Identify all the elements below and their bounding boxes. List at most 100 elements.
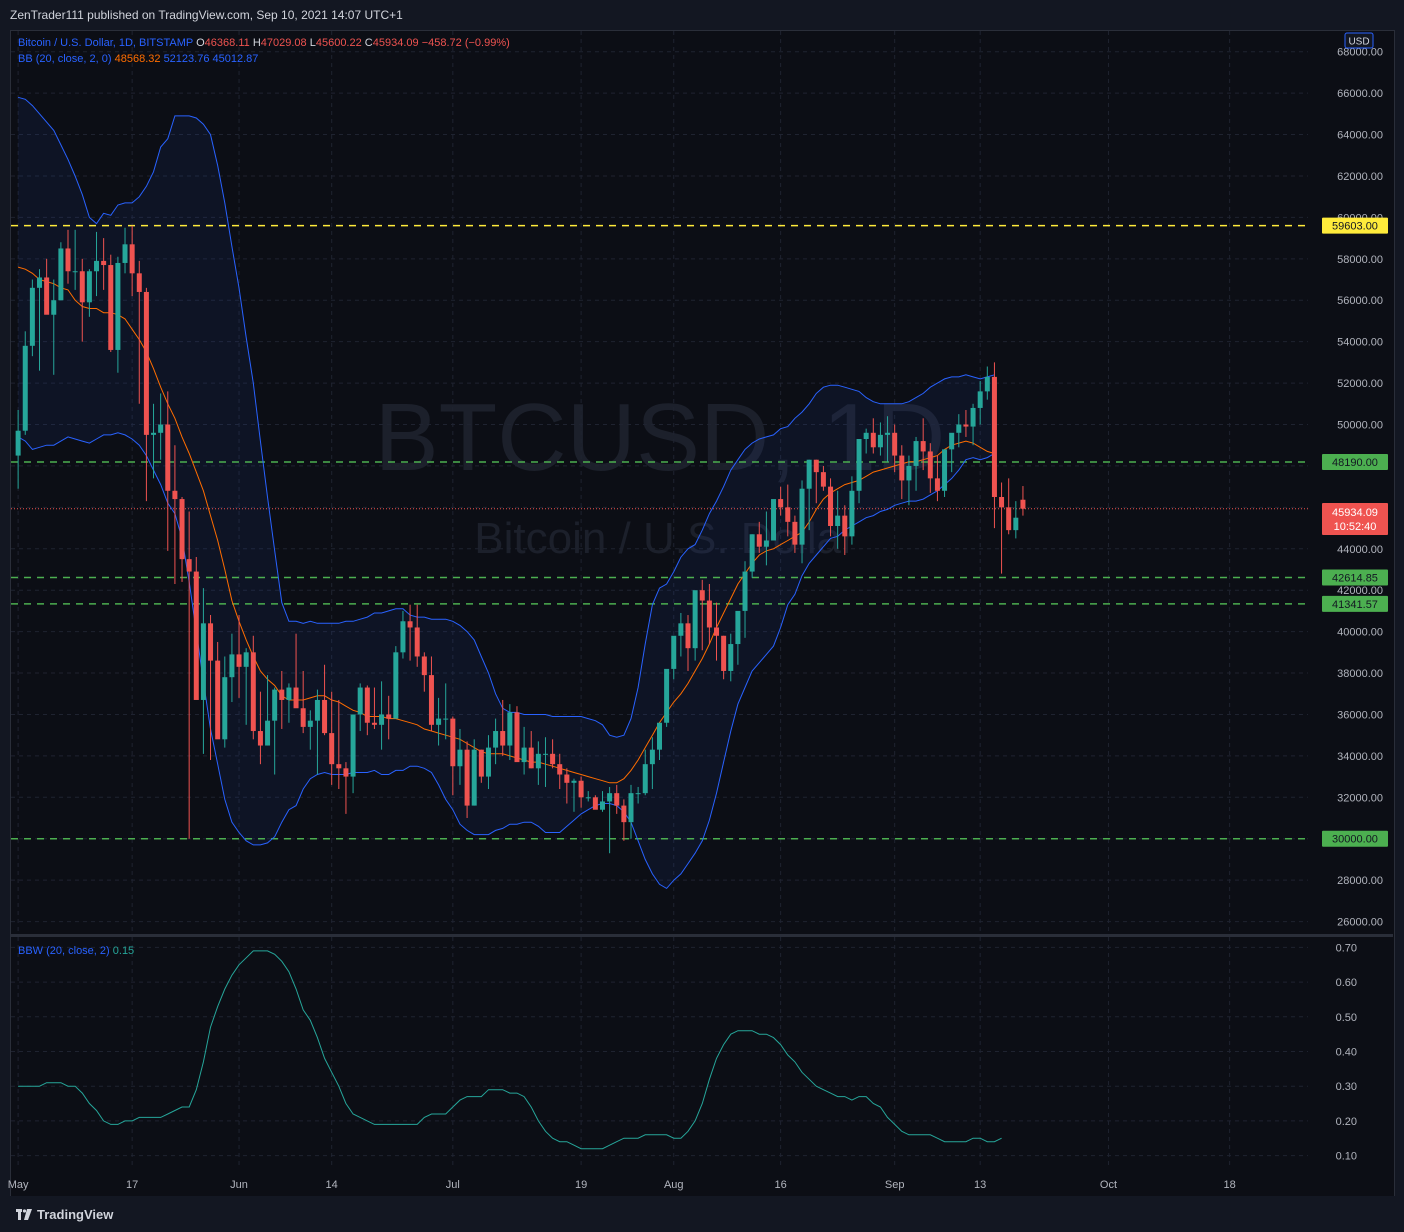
y-tick-19: 64000.00 bbox=[1337, 130, 1383, 142]
candle-body-95 bbox=[692, 590, 698, 649]
y-tick-9: 44000.00 bbox=[1337, 544, 1383, 556]
candle-body-1 bbox=[22, 345, 28, 431]
candle-body-104 bbox=[756, 534, 762, 547]
x-tick-4: Jul bbox=[446, 1179, 460, 1191]
candle-body-63 bbox=[464, 749, 470, 806]
candle-body-70 bbox=[514, 712, 520, 763]
candle-body-84 bbox=[614, 793, 620, 806]
candle-body-134 bbox=[970, 407, 976, 427]
candle-body-49 bbox=[364, 687, 370, 723]
x-tick-8: Sep bbox=[885, 1179, 905, 1191]
candle-body-23 bbox=[179, 499, 185, 560]
candle-body-137 bbox=[991, 376, 997, 497]
candle-body-21 bbox=[165, 424, 171, 491]
candle-body-51 bbox=[379, 714, 385, 725]
candle-body-120 bbox=[870, 432, 876, 448]
bb-band-fill bbox=[18, 97, 995, 889]
candle-body-117 bbox=[849, 490, 855, 537]
candle-body-11 bbox=[94, 260, 100, 272]
legend-high: 47029.08 bbox=[260, 37, 307, 49]
candle-body-35 bbox=[265, 720, 271, 746]
candle-body-45 bbox=[336, 764, 342, 769]
x-tick-10: Oct bbox=[1100, 1179, 1117, 1191]
candle-body-83 bbox=[607, 793, 613, 802]
candle-body-128 bbox=[927, 451, 933, 479]
price-axis[interactable]: 26000.0028000.0030000.0032000.0034000.00… bbox=[1337, 47, 1383, 929]
bb-legend-lower: 45012.87 bbox=[212, 53, 259, 65]
candle-body-34 bbox=[257, 731, 263, 746]
candle-body-118 bbox=[856, 439, 862, 491]
candle-body-94 bbox=[685, 623, 691, 649]
candle-body-129 bbox=[934, 478, 940, 491]
candle-body-78 bbox=[571, 780, 577, 783]
main-legend: Bitcoin / U.S. Dollar, 1D, BITSTAMP O463… bbox=[18, 37, 510, 49]
candle-body-66 bbox=[485, 747, 491, 777]
y-tick-15: 56000.00 bbox=[1337, 295, 1383, 307]
candle-body-61 bbox=[450, 718, 456, 767]
candle-body-12 bbox=[101, 260, 107, 266]
candle-body-18 bbox=[143, 291, 149, 435]
candle-body-140 bbox=[1013, 517, 1019, 531]
legend-close: 45934.09 bbox=[372, 37, 419, 49]
candle-body-50 bbox=[371, 722, 377, 725]
y-tick-14: 54000.00 bbox=[1337, 337, 1383, 349]
candle-body-37 bbox=[279, 689, 285, 700]
candle-body-99 bbox=[721, 635, 727, 671]
bb-legend-basis: 48568.32 bbox=[114, 53, 161, 65]
candle-body-86 bbox=[628, 793, 634, 823]
candle-body-52 bbox=[386, 714, 392, 719]
candle-body-48 bbox=[357, 687, 363, 715]
candle-body-9 bbox=[79, 271, 85, 303]
legend-change: −458.72 (−0.99%) bbox=[421, 37, 510, 49]
y-tick-18: 62000.00 bbox=[1337, 171, 1383, 183]
candle-body-6 bbox=[58, 248, 64, 301]
candle-body-93 bbox=[678, 623, 684, 636]
bbw-legend: BBW (20, close, 2) 0.15 bbox=[18, 945, 134, 957]
candle-body-56 bbox=[414, 627, 420, 657]
y-tick-1: 28000.00 bbox=[1337, 875, 1383, 887]
candle-body-125 bbox=[906, 465, 912, 481]
candle-body-68 bbox=[500, 731, 506, 746]
bb-legend-label: BB (20, close, 2, 0) bbox=[18, 53, 112, 65]
x-tick-11: 18 bbox=[1223, 1179, 1235, 1191]
bbw-legend-label: BBW (20, close, 2) bbox=[18, 945, 110, 957]
legend-open-label: O bbox=[196, 37, 205, 49]
candle-body-73 bbox=[535, 753, 541, 769]
candle-body-102 bbox=[742, 571, 748, 611]
candle-body-57 bbox=[421, 656, 427, 676]
candle-body-141 bbox=[1020, 499, 1026, 509]
bbw-y-tick-0: 0.10 bbox=[1336, 1151, 1357, 1163]
candle-body-75 bbox=[550, 753, 556, 765]
candle-body-15 bbox=[122, 244, 128, 263]
candle-body-30 bbox=[229, 654, 235, 678]
candle-body-105 bbox=[763, 540, 769, 547]
candle-body-76 bbox=[557, 764, 563, 775]
candle-body-16 bbox=[129, 244, 135, 274]
candle-body-17 bbox=[136, 273, 142, 292]
candle-body-115 bbox=[835, 515, 841, 526]
candle-body-26 bbox=[200, 623, 206, 700]
legend-open: 46368.11 bbox=[204, 37, 250, 49]
level-tag-text-0: 59603.00 bbox=[1332, 221, 1378, 233]
candle-body-36 bbox=[272, 689, 278, 721]
bbw-y-tick-6: 0.70 bbox=[1336, 942, 1357, 954]
candle-body-89 bbox=[649, 749, 655, 765]
chart-canvas[interactable]: BTCUSD, 1D Bitcoin / U.S. Dollar 26000.0… bbox=[0, 0, 1404, 1232]
y-tick-7: 40000.00 bbox=[1337, 627, 1383, 639]
y-tick-8: 42000.00 bbox=[1337, 585, 1383, 597]
candle-body-121 bbox=[877, 434, 883, 448]
candle-body-131 bbox=[949, 432, 955, 450]
candle-body-43 bbox=[322, 699, 328, 734]
tradingview-brand[interactable]: TradingView bbox=[16, 1207, 113, 1222]
candle-body-127 bbox=[920, 441, 926, 452]
candle-body-10 bbox=[86, 271, 92, 303]
time-axis[interactable]: May 17 Jun 14 Jul 19 Aug 16 Sep 13 Oct 18 bbox=[8, 1179, 1236, 1191]
candle-body-59 bbox=[436, 718, 442, 725]
bbw-axis[interactable]: 0.10 0.20 0.30 0.40 0.50 0.60 0.70 bbox=[1336, 942, 1357, 1162]
candle-body-74 bbox=[542, 753, 548, 755]
candle-body-44 bbox=[329, 733, 335, 765]
candle-body-103 bbox=[749, 534, 755, 572]
candle-body-97 bbox=[706, 600, 712, 628]
candle-body-107 bbox=[778, 499, 784, 508]
candle-body-91 bbox=[664, 668, 670, 723]
